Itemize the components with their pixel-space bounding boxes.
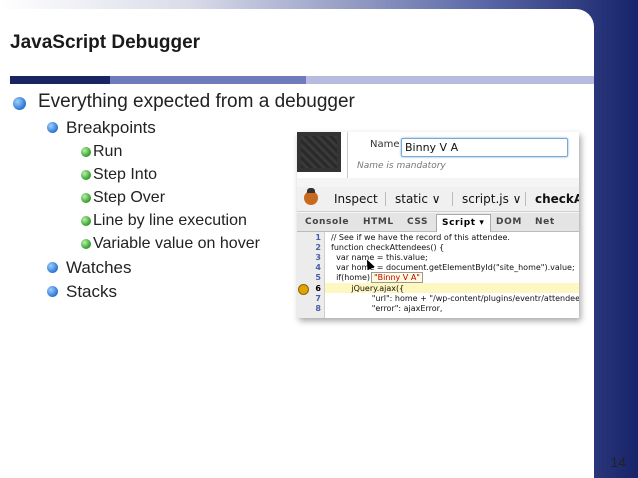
page-number: 14: [610, 454, 626, 470]
bullet-stacks: Stacks: [66, 282, 118, 301]
function-breadcrumb[interactable]: checkA: [535, 192, 579, 206]
name-input[interactable]: Binny V A: [401, 138, 568, 157]
blue-sphere-bullet-icon: [47, 262, 58, 273]
bullet-watches: Watches: [66, 258, 132, 277]
title-rule-dark: [10, 76, 110, 84]
divider: [347, 132, 348, 178]
blue-sphere-bullet-icon: [13, 97, 26, 110]
line-number[interactable]: 5: [297, 273, 321, 282]
tab-script[interactable]: Script ▾: [436, 214, 491, 234]
bullet-step-into: Step Into: [93, 166, 158, 183]
toolbar-separator: [525, 192, 526, 206]
name-help-text: Name is mandatory: [357, 161, 446, 171]
toolbar-separator: [385, 192, 386, 206]
blue-sphere-bullet-icon: [47, 286, 58, 297]
tab-console[interactable]: Console: [305, 217, 349, 227]
bullet-everything-expected: Everything expected from a debugger: [38, 91, 355, 112]
line-number-current[interactable]: 6: [297, 284, 321, 293]
code-line: function checkAttendees() {: [331, 243, 445, 252]
blue-sphere-bullet-icon: [47, 122, 58, 133]
form-area: Name Binny V A Name is mandatory: [297, 132, 579, 178]
firebug-toolbar: Inspect static ∨ script.js ∨ checkA: [297, 187, 579, 212]
title-rule-light: [306, 76, 594, 84]
tab-net[interactable]: Net: [535, 217, 555, 227]
green-sphere-bullet-icon: [81, 170, 91, 180]
bullet-breakpoints: Breakpoints: [66, 118, 156, 137]
line-number[interactable]: 3: [297, 253, 321, 262]
bullet-variable-hover: Variable value on hover: [93, 235, 260, 252]
firebug-icon[interactable]: [304, 188, 318, 205]
code-line: // See if we have the record of this att…: [331, 233, 510, 242]
slide-title: JavaScript Debugger: [10, 32, 201, 53]
line-number[interactable]: 8: [297, 304, 321, 313]
tab-dom[interactable]: DOM: [496, 217, 522, 227]
tab-html[interactable]: HTML: [363, 217, 394, 227]
code-line: var name = this.value;: [331, 253, 428, 262]
toolbar-separator: [452, 192, 453, 206]
line-number[interactable]: 4: [297, 263, 321, 272]
code-line-current: jQuery.ajax({: [331, 284, 405, 293]
green-sphere-bullet-icon: [81, 193, 91, 203]
green-sphere-bullet-icon: [81, 239, 91, 249]
bullet-line-by-line: Line by line execution: [93, 212, 247, 229]
title-rule-mid: [110, 76, 306, 84]
line-number[interactable]: 2: [297, 243, 321, 252]
name-label: Name: [370, 139, 400, 150]
thumbnail-image: [297, 132, 341, 172]
green-sphere-bullet-icon: [81, 216, 91, 226]
bullet-step-over: Step Over: [93, 189, 166, 206]
script-file-dropdown[interactable]: script.js ∨: [462, 192, 521, 206]
inspect-button[interactable]: Inspect: [334, 192, 378, 206]
green-sphere-bullet-icon: [81, 147, 91, 157]
code-line: "url": home + "/wp-content/plugins/event…: [331, 294, 579, 303]
line-number[interactable]: 1: [297, 233, 321, 242]
code-line: "error": ajaxError,: [331, 304, 443, 313]
panel-tabs: Console HTML CSS Script ▾ DOM Net: [297, 213, 579, 234]
static-dropdown[interactable]: static ∨: [395, 192, 441, 206]
tab-css[interactable]: CSS: [407, 217, 428, 227]
bullet-run: Run: [93, 143, 123, 160]
hover-value-tooltip: "Binny V A": [371, 272, 423, 283]
line-number[interactable]: 7: [297, 294, 321, 303]
debugger-screenshot: Name Binny V A Name is mandatory Inspect…: [297, 132, 579, 318]
code-panel: 1 // See if we have the record of this a…: [297, 232, 579, 318]
